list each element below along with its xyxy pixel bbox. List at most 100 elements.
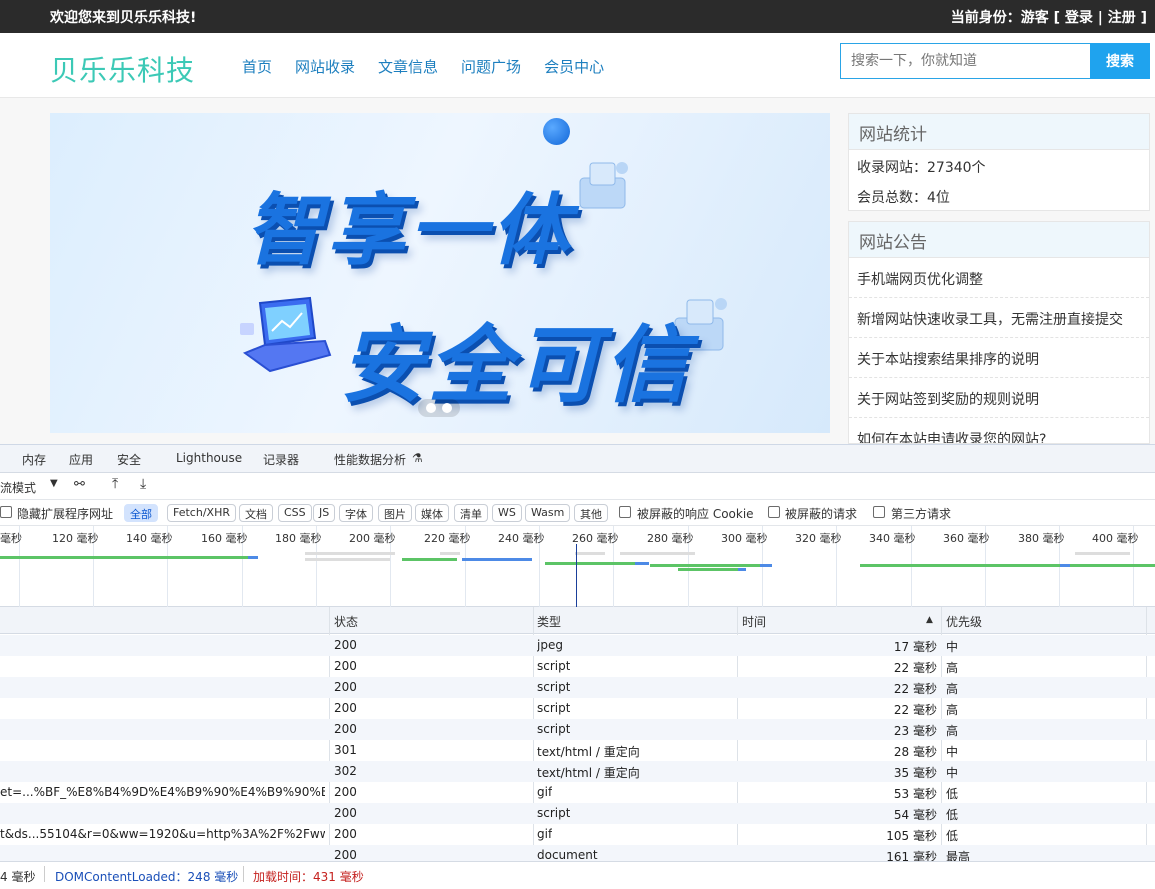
nav-site-index[interactable]: 网站收录 <box>295 56 355 77</box>
hide-extension-checkbox[interactable] <box>0 506 12 518</box>
cell-time: 23 毫秒 <box>893 724 937 738</box>
tab-memory[interactable]: 内存 <box>22 451 46 468</box>
status-load-time: 加载时间：431 毫秒 <box>253 870 364 884</box>
throttle-select[interactable]: 流模式 <box>0 479 36 496</box>
cell-priority: 低 <box>946 808 959 822</box>
nav-articles[interactable]: 文章信息 <box>378 56 438 77</box>
table-row[interactable]: 200 document 161 毫秒 最高 <box>0 845 1155 861</box>
cell-time: 28 毫秒 <box>893 745 937 759</box>
cell-status: 301 <box>334 743 357 757</box>
cell-type: gif <box>537 827 553 841</box>
table-row[interactable]: 200 script 23 毫秒 高 <box>0 719 1155 740</box>
cell-priority: 中 <box>946 745 959 759</box>
timeline-tick: 340 毫秒 <box>869 532 916 545</box>
nav-questions[interactable]: 问题广场 <box>461 56 521 77</box>
cell-time: 53 毫秒 <box>893 787 937 801</box>
blocked-request-label: 被屏蔽的请求 <box>785 507 858 521</box>
waterfall-bar <box>1070 564 1155 567</box>
dom-content-loaded-marker <box>576 544 577 607</box>
search-input[interactable] <box>840 43 1090 79</box>
site-header: 贝乐乐科技 首页 网站收录 文章信息 问题广场 会员中心 搜索 <box>0 33 1155 98</box>
filter-doc[interactable]: 文档 <box>239 504 273 522</box>
timeline-tick: 毫秒 <box>0 532 22 545</box>
notice-item[interactable]: 新增网站快速收录工具，无需注册直接提交 <box>849 298 1149 338</box>
waterfall-bar <box>635 562 649 565</box>
table-row[interactable]: et=...%BF_%E8%B4%9D%E4%B9%90%E4%B9%90%E7… <box>0 782 1155 803</box>
column-status[interactable]: 状态 <box>334 613 358 630</box>
cell-status: 200 <box>334 827 357 841</box>
stats-sites: 收录网站：27340个 <box>857 160 986 176</box>
top-bar: 欢迎您来到贝乐乐科技! 当前身份：游客 [ 登录 | 注册 ] <box>0 0 1155 33</box>
banner-slider[interactable]: 智享一体 安全可信 <box>50 113 830 433</box>
waterfall-bar <box>620 552 695 555</box>
cell-priority: 高 <box>946 661 959 675</box>
filter-wasm[interactable]: Wasm <box>525 504 571 522</box>
blocked-cookie-checkbox[interactable] <box>619 506 631 518</box>
table-row[interactable]: 200 jpeg 17 毫秒 中 <box>0 635 1155 656</box>
filter-manifest[interactable]: 清单 <box>454 504 488 522</box>
filter-ws[interactable]: WS <box>492 504 522 522</box>
timeline-tick: 260 毫秒 <box>572 532 619 545</box>
nav-member-center[interactable]: 会员中心 <box>544 56 604 77</box>
column-priority[interactable]: 优先级 <box>946 613 982 630</box>
tab-recorder[interactable]: 记录器 <box>263 451 299 468</box>
table-row[interactable]: 200 script 22 毫秒 高 <box>0 656 1155 677</box>
timeline-tick: 220 毫秒 <box>424 532 471 545</box>
tab-security[interactable]: 安全 <box>117 451 141 468</box>
table-row[interactable]: 200 script 22 毫秒 高 <box>0 677 1155 698</box>
notice-item[interactable]: 如何在本站申请收录您的网站? <box>849 418 1149 443</box>
third-party-checkbox[interactable] <box>873 506 885 518</box>
notice-title: 网站公告 <box>849 222 1149 258</box>
filter-fetch-xhr[interactable]: Fetch/XHR <box>167 504 236 522</box>
table-row[interactable]: 200 script 54 毫秒 低 <box>0 803 1155 824</box>
cell-time: 22 毫秒 <box>893 703 937 717</box>
timeline-tick: 320 毫秒 <box>795 532 842 545</box>
status-dom-content-loaded: DOMContentLoaded：248 毫秒 <box>55 870 239 884</box>
tab-application[interactable]: 应用 <box>69 451 93 468</box>
status-finish-time: 4 毫秒 <box>0 870 36 884</box>
site-logo[interactable]: 贝乐乐科技 <box>50 49 195 89</box>
column-type[interactable]: 类型 <box>537 613 561 630</box>
timeline-tick: 120 毫秒 <box>52 532 99 545</box>
tab-lighthouse[interactable]: Lighthouse <box>176 451 242 465</box>
chevron-down-icon[interactable]: ▼ <box>50 478 58 489</box>
welcome-text: 欢迎您来到贝乐乐科技! <box>50 10 197 26</box>
filter-font[interactable]: 字体 <box>339 504 373 522</box>
blocked-cookie-label: 被屏蔽的响应 Cookie <box>637 507 754 521</box>
column-time[interactable]: 时间 <box>742 613 766 630</box>
blocked-request-checkbox[interactable] <box>768 506 780 518</box>
table-row[interactable]: 200 script 22 毫秒 高 <box>0 698 1155 719</box>
cell-time: 105 毫秒 <box>886 829 937 843</box>
tab-performance-insights[interactable]: 性能数据分析 <box>334 451 406 468</box>
network-conditions-icon[interactable]: ⚯ <box>74 477 85 492</box>
download-icon[interactable]: ⤓ <box>140 476 146 492</box>
notice-item[interactable]: 手机端网页优化调整 <box>849 258 1149 298</box>
table-row[interactable]: 301 text/html / 重定向 28 毫秒 中 <box>0 740 1155 761</box>
filter-other[interactable]: 其他 <box>574 504 608 522</box>
network-status-bar: 4 毫秒 DOMContentLoaded：248 毫秒 加载时间：431 毫秒 <box>0 861 1155 889</box>
filter-all[interactable]: 全部 <box>124 504 158 522</box>
filter-js[interactable]: JS <box>313 504 336 522</box>
cell-priority: 中 <box>946 640 959 654</box>
nav-home[interactable]: 首页 <box>242 56 272 77</box>
network-timeline-overview[interactable]: 毫秒 120 毫秒 140 毫秒 160 毫秒 180 毫秒 200 毫秒 22… <box>0 526 1155 607</box>
waterfall-bar <box>440 552 460 555</box>
timeline-tick: 300 毫秒 <box>721 532 768 545</box>
slider-dot[interactable] <box>426 403 436 413</box>
sort-ascending-icon[interactable]: ▲ <box>926 615 933 625</box>
notice-item[interactable]: 关于网站签到奖励的规则说明 <box>849 378 1149 418</box>
identity-login-register[interactable]: 当前身份：游客 [ 登录 | 注册 ] <box>951 7 1147 27</box>
cell-status: 200 <box>334 659 357 673</box>
table-row[interactable]: 302 text/html / 重定向 35 毫秒 中 <box>0 761 1155 782</box>
search-button[interactable]: 搜索 <box>1090 43 1150 79</box>
waterfall-bar <box>305 558 390 561</box>
network-filter-bar: 隐藏扩展程序网址 全部 Fetch/XHR 文档 CSS JS 字体 图片 媒体… <box>0 500 1155 526</box>
notice-item[interactable]: 关于本站搜索结果排序的说明 <box>849 338 1149 378</box>
filter-media[interactable]: 媒体 <box>415 504 449 522</box>
filter-img[interactable]: 图片 <box>378 504 412 522</box>
cell-type: document <box>537 848 598 861</box>
filter-css[interactable]: CSS <box>278 504 312 522</box>
table-row[interactable]: t&ds...55104&r=0&ww=1920&u=http%3A%2F%2F… <box>0 824 1155 845</box>
upload-icon[interactable]: ⤒ <box>112 476 118 492</box>
slider-dot[interactable] <box>442 403 452 413</box>
